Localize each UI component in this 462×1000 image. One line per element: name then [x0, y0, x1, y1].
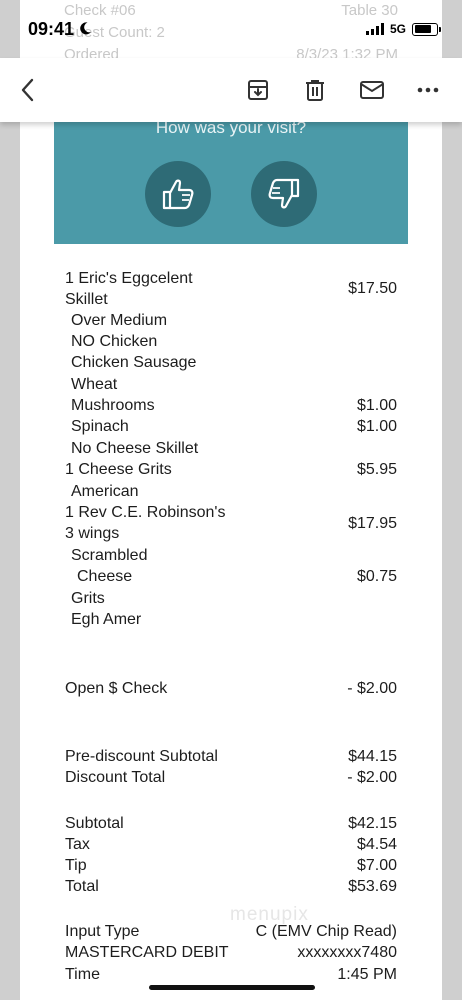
status-bar: 09:41 5G [0, 0, 462, 58]
left-margin [0, 0, 20, 1000]
item-price: $1.00 [356, 418, 397, 435]
thumbs-up-button[interactable] [145, 161, 211, 227]
archive-button[interactable] [242, 74, 274, 106]
total-value: $53.69 [348, 878, 397, 895]
item-mod: Scrambled [71, 547, 148, 564]
home-indicator[interactable] [149, 985, 315, 990]
item-mod: Spinach [71, 418, 129, 435]
mark-unread-button[interactable] [356, 74, 388, 106]
item-name: 1 Rev C.E. Robinson's [65, 504, 226, 521]
item-price: $0.75 [356, 568, 397, 585]
tax-label: Tax [65, 836, 90, 853]
receipt-item: 1 Rev C.E. Robinson's 3 wings $17.95 [65, 502, 397, 544]
signal-icon [365, 23, 384, 35]
clock-time: 09:41 [28, 18, 75, 39]
item-mod: Chicken Sausage [71, 354, 197, 371]
card-label: MASTERCARD DEBIT [65, 944, 229, 961]
item-name: 1 Cheese Grits [65, 461, 172, 478]
tax-value: $4.54 [356, 836, 397, 853]
battery-icon [412, 22, 441, 36]
open-check-label: Open $ Check [65, 680, 168, 697]
subtotal-label: Subtotal [65, 815, 124, 832]
network-type: 5G [389, 22, 406, 36]
prediscount-subtotal-label: Pre-discount Subtotal [65, 748, 218, 765]
item-mod: Over Medium [71, 312, 168, 329]
discount-total-value: - $2.00 [347, 769, 397, 786]
receipt: 1 Eric's Eggcelent Skillet $17.50 Over M… [54, 244, 408, 1000]
mail-icon [360, 81, 384, 99]
item-price: $17.95 [348, 515, 397, 532]
item-mod: Wheat [71, 376, 118, 393]
moon-icon [78, 19, 92, 40]
status-indicators: 5G [365, 22, 441, 36]
item-mod: No Cheese Skillet [71, 440, 199, 457]
prediscount-subtotal-value: $44.15 [348, 748, 397, 765]
item-mod: NO Chicken [71, 333, 158, 350]
back-button[interactable] [12, 74, 44, 106]
item-mod: Cheese [77, 568, 133, 585]
tip-label: Tip [65, 857, 87, 874]
item-mod: Grits [71, 590, 105, 607]
time-value: 1:45 PM [337, 966, 397, 983]
card-value: xxxxxxxx7480 [297, 944, 397, 961]
chevron-left-icon [21, 78, 34, 102]
more-button[interactable] [412, 74, 444, 106]
email-toolbar [0, 58, 462, 122]
input-type-label: Input Type [65, 923, 140, 940]
trash-icon [306, 80, 324, 101]
discount-total-label: Discount Total [65, 769, 166, 786]
total-label: Total [65, 878, 99, 895]
item-mod: American [71, 483, 139, 500]
subtotal-value: $42.15 [348, 815, 397, 832]
thumbs-down-button[interactable] [251, 161, 317, 227]
archive-download-icon [248, 80, 268, 100]
time-label: Time [65, 966, 100, 983]
right-margin [442, 0, 462, 1000]
item-mod: Egh Amer [71, 611, 142, 628]
thumbs-down-icon [268, 178, 300, 209]
open-check-value: - $2.00 [347, 680, 397, 697]
more-dots-icon [417, 87, 439, 93]
item-price: $1.00 [356, 397, 397, 414]
item-price: $5.95 [356, 461, 397, 478]
tip-value: $7.00 [356, 857, 397, 874]
clock: 09:41 [28, 19, 92, 40]
item-name-cont: Skillet [65, 291, 108, 308]
delete-button[interactable] [299, 74, 331, 106]
watermark: menupix [230, 904, 309, 925]
receipt-item: 1 Eric's Eggcelent Skillet $17.50 [65, 268, 397, 310]
item-mod: Mushrooms [71, 397, 155, 414]
thumbs-up-icon [162, 179, 194, 210]
item-name: 1 Eric's Eggcelent [65, 270, 193, 287]
item-price: $17.50 [348, 280, 397, 297]
item-name-cont: 3 wings [65, 525, 120, 542]
